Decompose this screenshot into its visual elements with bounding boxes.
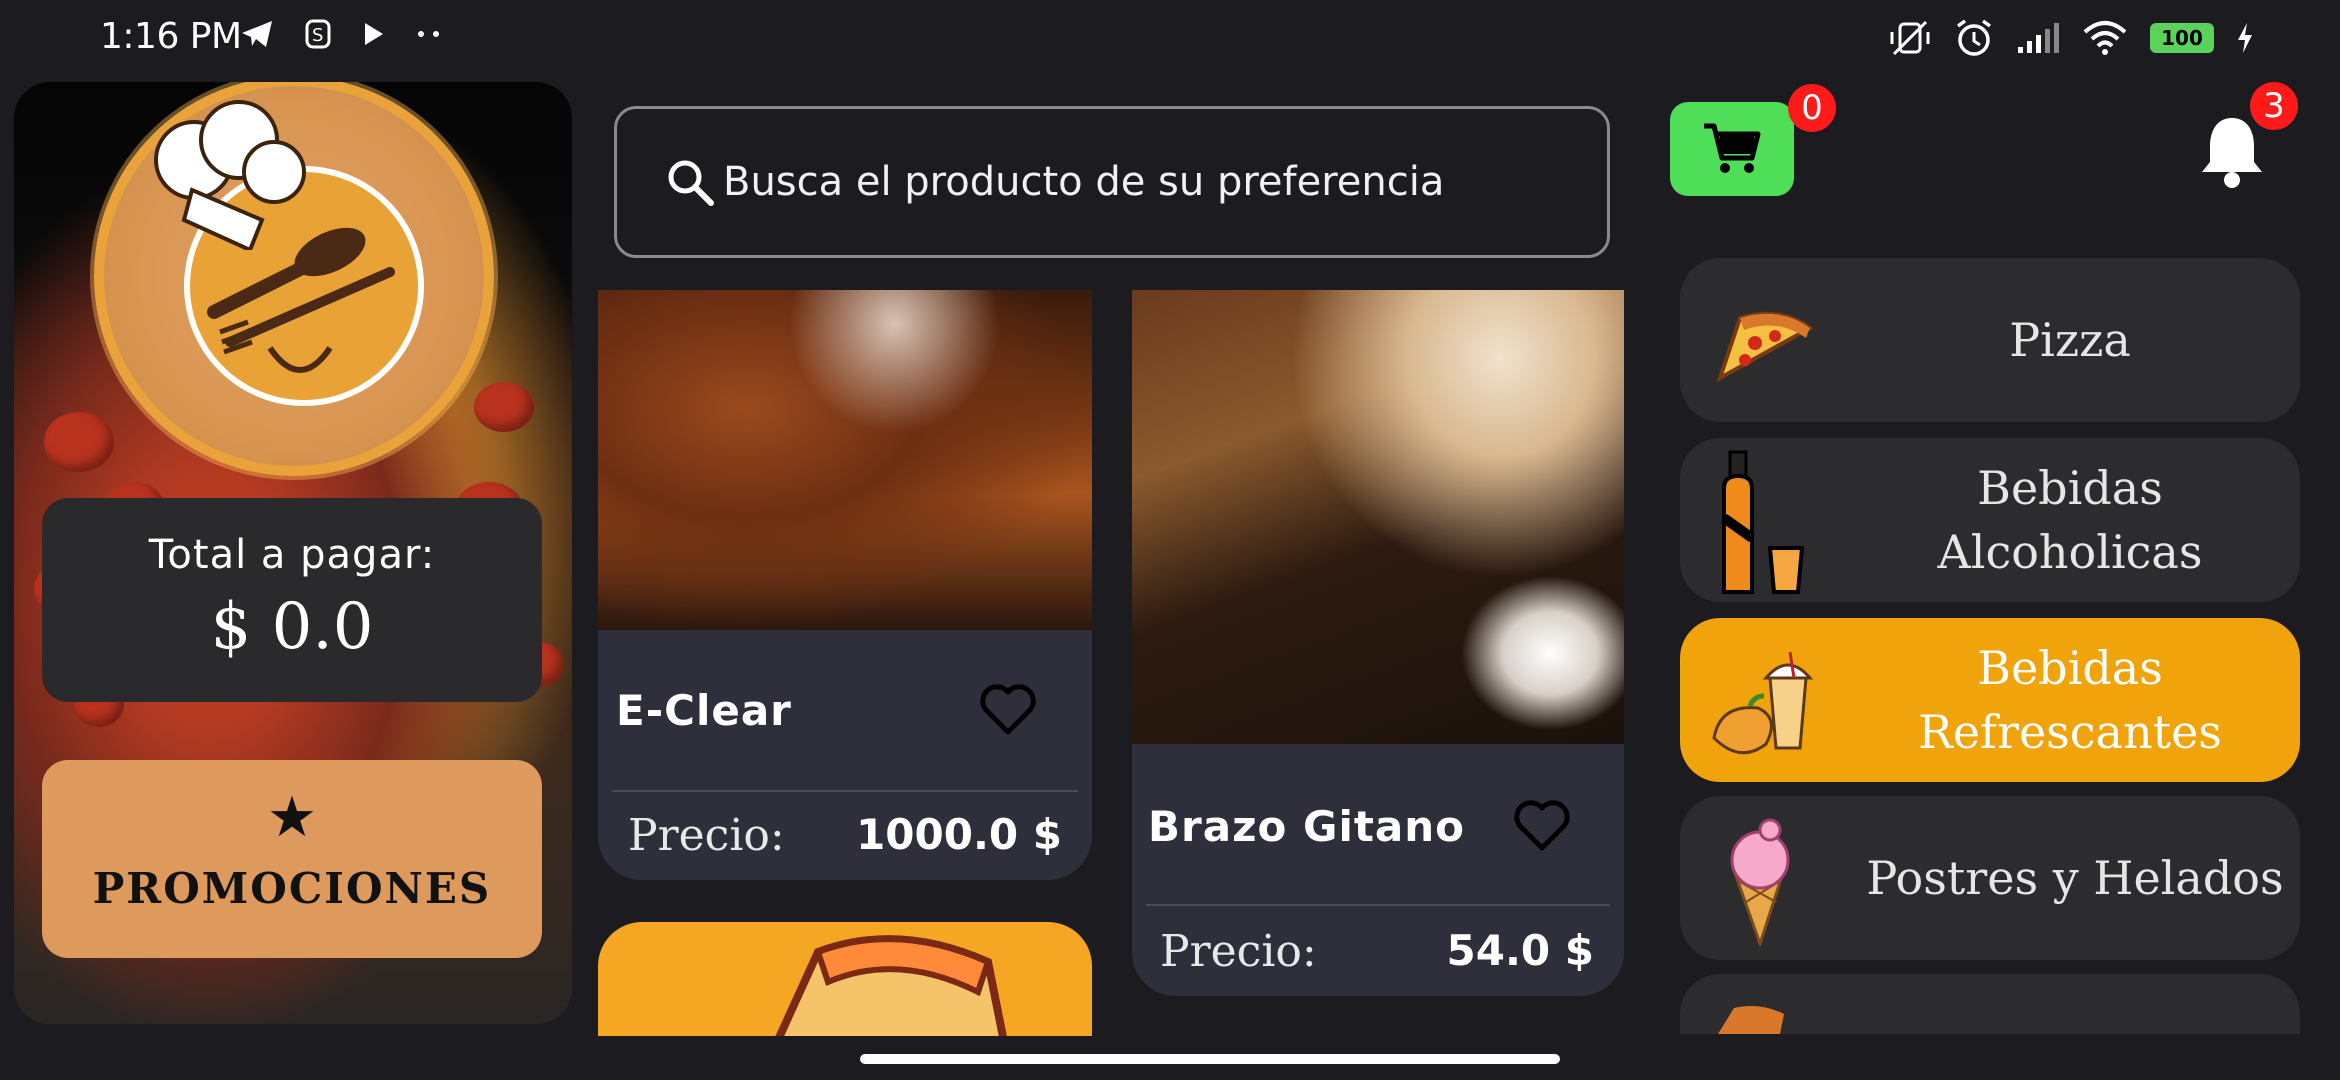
category-label: Bebidas Alcoholicas bbox=[1860, 456, 2280, 584]
cart-button[interactable] bbox=[1670, 102, 1794, 196]
play-store-icon bbox=[365, 23, 383, 45]
app-notification-icon: S bbox=[305, 19, 331, 49]
alarm-icon bbox=[1956, 19, 1992, 56]
mango-juice-icon bbox=[1712, 651, 1814, 755]
signal-icon bbox=[2018, 23, 2059, 53]
left-panel: Total a pagar: $ 0.0 ★ PROMOCIONES bbox=[14, 82, 572, 1024]
total-summary: Total a pagar: $ 0.0 bbox=[42, 498, 542, 702]
category-label: Pizza bbox=[2009, 313, 2131, 367]
promotions-button[interactable]: ★ PROMOCIONES bbox=[42, 760, 542, 958]
search-icon bbox=[668, 160, 714, 206]
product-card[interactable]: Brazo Gitano Precio: 54.0 $ bbox=[1132, 290, 1624, 996]
gesture-navigation-bar[interactable] bbox=[860, 1054, 1560, 1064]
telegram-icon bbox=[242, 21, 272, 47]
product-price: 1000.0 $ bbox=[856, 810, 1062, 859]
status-time: 1:16 PM bbox=[100, 16, 242, 57]
category-bebidas-alcoholicas[interactable]: Bebidas Alcoholicas bbox=[1680, 438, 2300, 602]
product-name: Brazo Gitano bbox=[1148, 802, 1466, 851]
more-notifications-icon bbox=[418, 31, 439, 37]
total-value: $ 0.0 bbox=[210, 590, 374, 664]
cart-icon bbox=[1704, 123, 1761, 173]
favorite-heart-icon[interactable] bbox=[978, 680, 1038, 740]
chef-hat-icon bbox=[154, 100, 306, 250]
wifi-icon bbox=[2083, 21, 2127, 55]
svg-text:S: S bbox=[312, 25, 323, 46]
product-name: E-Clear bbox=[616, 686, 792, 735]
card-divider bbox=[612, 790, 1078, 792]
card-divider bbox=[1146, 904, 1610, 906]
category-postres-helados[interactable]: Postres y Helados bbox=[1680, 796, 2300, 960]
status-right-icons: 100 bbox=[1888, 18, 2254, 58]
bottom-spacer bbox=[1660, 1036, 2340, 1080]
product-card[interactable]: E-Clear Precio: 1000.0 $ bbox=[598, 290, 1092, 880]
pizza-icon bbox=[1718, 1006, 1784, 1034]
search-placeholder: Busca el producto de su preferencia bbox=[723, 159, 1445, 205]
ice-cream-icon bbox=[1730, 818, 1790, 946]
product-card[interactable] bbox=[598, 922, 1092, 1052]
category-label-line2: Refrescantes bbox=[1918, 705, 2222, 759]
search-input[interactable]: Busca el producto de su preferencia bbox=[614, 106, 1610, 258]
product-price: 54.0 $ bbox=[1446, 926, 1594, 975]
category-label: Postres y Helados bbox=[1866, 851, 2284, 905]
notification-count-badge: 3 bbox=[2250, 82, 2298, 130]
total-label: Total a pagar: bbox=[148, 532, 436, 578]
liquor-bottle-icon bbox=[1721, 450, 1805, 594]
category-label-line1: Bebidas bbox=[1977, 461, 2163, 515]
category-bebidas-refrescantes[interactable]: Bebidas Refrescantes bbox=[1680, 618, 2300, 782]
battery-indicator: 100 bbox=[2150, 23, 2214, 53]
status-left-icons: S bbox=[240, 18, 442, 50]
promotions-label: PROMOCIONES bbox=[92, 864, 492, 913]
cart-count-badge: 0 bbox=[1788, 84, 1836, 132]
star-icon: ★ bbox=[266, 785, 318, 850]
category-item-partial[interactable] bbox=[1680, 974, 2300, 1034]
category-label-line1: Bebidas bbox=[1977, 641, 2163, 695]
pizza-slice-image bbox=[768, 935, 1011, 1052]
vibrate-off-icon bbox=[1890, 20, 1930, 56]
favorite-heart-icon[interactable] bbox=[1512, 796, 1572, 856]
restaurant-logo bbox=[94, 82, 494, 476]
category-label-line2: Alcoholicas bbox=[1937, 525, 2203, 579]
price-label: Precio: bbox=[628, 810, 785, 861]
charging-icon bbox=[2238, 23, 2252, 53]
product-image bbox=[598, 290, 1092, 630]
category-label: Bebidas Refrescantes bbox=[1860, 636, 2280, 764]
pizza-icon bbox=[1716, 311, 1814, 383]
category-pizza[interactable]: Pizza bbox=[1680, 258, 2300, 422]
product-image bbox=[1132, 290, 1624, 744]
price-label: Precio: bbox=[1160, 926, 1317, 977]
status-bar: 1:16 PM S 100 bbox=[0, 0, 2340, 80]
